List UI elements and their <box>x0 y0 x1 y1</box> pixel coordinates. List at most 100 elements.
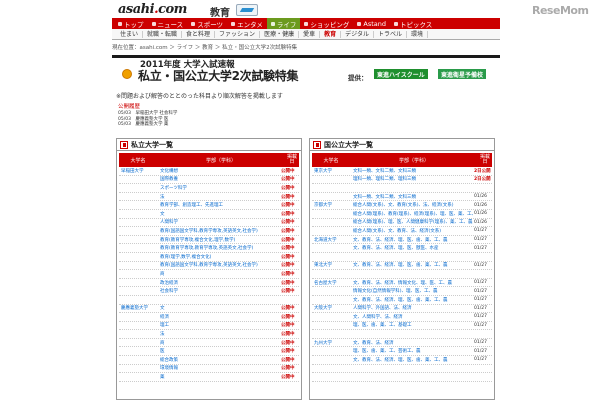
subnav-item[interactable]: トラベル <box>374 30 408 38</box>
department-link[interactable]: 文、教育、法、経済、理、医、歯、薬、工、農 <box>350 262 474 268</box>
department-link[interactable]: 国際教養 <box>157 176 281 182</box>
subnav-item[interactable]: 愛車 <box>299 30 321 38</box>
gnav-item[interactable]: トップ <box>114 18 148 29</box>
department-link[interactable]: 人間科学 <box>157 219 281 225</box>
subnav-item[interactable]: 住まい <box>116 30 144 38</box>
table-row: 理、医、歯、薬、工、芸術工、農 01/27 <box>312 347 492 357</box>
department-link[interactable]: 社会科学 <box>157 288 281 294</box>
table-row: 教育(国語国文学科,教育学専攻,英語英文,社会学) 公開中 <box>119 227 299 236</box>
department-link[interactable]: 法 <box>157 194 281 200</box>
university-link[interactable]: 九州大学 <box>312 340 350 346</box>
department-link[interactable]: スポーツ科学 <box>157 185 281 191</box>
university-link[interactable]: 名古屋大学 <box>312 280 350 286</box>
status-label: 公開中 <box>281 323 295 329</box>
subnav-item[interactable]: 教育 <box>320 30 342 38</box>
university-link[interactable]: 早稲田大学 <box>119 168 157 174</box>
department-link[interactable]: 文、教育、法、経済、理、医、歯、薬、工、農 <box>350 237 474 243</box>
department-link[interactable]: 理科一類、理科二類、理科三類 <box>350 176 474 182</box>
subnav-item[interactable]: 環境 <box>407 30 429 38</box>
department-link[interactable]: 環境情報 <box>157 365 281 371</box>
subnav-item[interactable]: 就職・転職 <box>143 30 183 38</box>
university-link[interactable]: 東京大学 <box>312 168 350 174</box>
university-link[interactable]: 東北大学 <box>312 262 350 268</box>
status-label: 公開中 <box>281 314 295 320</box>
department-link[interactable]: 政治経済 <box>157 280 281 286</box>
status-label: 01/27 <box>474 245 487 251</box>
department-link[interactable]: 教育(教育学専攻,複合文化,理学,数学) <box>157 237 281 243</box>
update-row[interactable]: 05/03 慶應義塾大学 薬 <box>118 122 498 128</box>
department-link[interactable]: 総合人間(理系)、教育(理系)、経済(理系)、理、医、薬、工、農 <box>350 211 474 217</box>
department-link[interactable]: 文、人間科学、法、経済 <box>350 314 474 320</box>
department-link[interactable]: 総合人間(文系)、文、教育(文系)、法、経済(文系) <box>350 202 474 208</box>
gnav-item[interactable]: ライフ <box>266 18 301 29</box>
department-link[interactable]: 文化構想 <box>157 168 281 174</box>
col-status: 掲載日 <box>286 154 297 165</box>
university-link[interactable]: 北海道大学 <box>312 237 350 243</box>
department-link[interactable]: 教育学部、創造理工、先進理工 <box>157 202 281 208</box>
department-link[interactable]: 教育(教育学専攻,教育学専攻,英語英文,社会学) <box>157 245 281 251</box>
table-row: 教育(教育学専攻,複合文化,理学,数学) 公開中 <box>119 236 299 245</box>
department-link[interactable]: 文科一類、文科二類、文科三類 <box>350 194 474 200</box>
table-row: 総合人間(理系)、教育(理系)、経済(理系)、理、医、薬、工、農 01/26 <box>312 210 492 219</box>
table-row: 京都大学 総合人間(文系)、文、教育(文系)、法、経済(文系) 01/26 <box>312 201 492 210</box>
university-link[interactable]: 慶應義塾大学 <box>119 305 157 311</box>
subnav-item[interactable]: ファッション <box>215 30 261 38</box>
department-link[interactable]: 理、医、歯、薬、工、基礎工 <box>350 322 474 328</box>
department-link[interactable]: 文、教育、法、経済 <box>350 340 474 346</box>
department-link[interactable]: 総合政策 <box>157 357 281 363</box>
col-status: 掲載日 <box>479 154 490 165</box>
status-label: 公開中 <box>281 185 295 191</box>
department-link[interactable]: 商 <box>157 340 281 346</box>
status-label: 01/27 <box>474 340 487 346</box>
private-table-title: 私立大学一覧 <box>131 140 173 149</box>
department-link[interactable]: 文、教育、法、経済、理、医、歯、薬、工、農 <box>350 357 474 363</box>
department-link[interactable]: 文、教育、法、経済、理、医、獣医、水産 <box>350 245 474 251</box>
department-link[interactable]: 文 <box>157 211 281 217</box>
department-link[interactable]: 理、医、歯、薬、工、芸術工、農 <box>350 348 474 354</box>
gnav-item[interactable]: エンタメ <box>227 18 267 29</box>
department-link[interactable]: 教育(国語国文学科,教育学専攻,英語英文,社会学) <box>157 228 281 234</box>
breadcrumb: 現在位置：asahi.com ＞ ライフ ＞ 教育 ＞ 私立・国公立大学2次試験… <box>112 45 298 51</box>
department-link[interactable]: 法 <box>157 331 281 337</box>
subnav-item[interactable]: 医療・健康 <box>260 30 300 38</box>
gnav-item[interactable]: Astand <box>353 18 390 29</box>
asahi-logo[interactable]: asahi.com <box>118 2 187 17</box>
department-link[interactable]: 薬 <box>157 374 281 380</box>
department-link[interactable]: 教育(理学,数学,複合文化) <box>157 254 281 260</box>
table-row: 政治経済 公開中 <box>119 279 299 288</box>
sponsor-toshin-eisei-link[interactable]: 東進衛星予備校 <box>438 69 487 79</box>
status-label: 01/26 <box>474 202 487 208</box>
university-link[interactable]: 大阪大学 <box>312 305 350 311</box>
department-link[interactable]: 文 <box>157 305 281 311</box>
department-link[interactable]: 理工 <box>157 322 281 328</box>
department-link[interactable]: 文、教育、法、経済、情報文化、理、医、工、農 <box>350 280 474 286</box>
table-row <box>312 365 492 374</box>
status-label: 公開中 <box>281 254 295 260</box>
status-label: 01/27 <box>474 288 487 294</box>
subnav-item[interactable]: 食と料理 <box>182 30 216 38</box>
university-link[interactable]: 京都大学 <box>312 202 350 208</box>
department-link[interactable]: 経済 <box>157 314 281 320</box>
gnav-item[interactable]: ニュース <box>148 18 188 29</box>
department-link[interactable]: 医 <box>157 348 281 354</box>
sponsor-toshin-highschool-link[interactable]: 東進ハイスクール <box>374 69 428 79</box>
department-link[interactable]: 商 <box>157 271 281 277</box>
department-link[interactable]: 情報文化(自然情報学科)、理、医、工、農 <box>350 288 474 294</box>
department-link[interactable]: 総合人間(文系)、文、教育、法、経済(文系) <box>350 228 474 234</box>
subnav-item[interactable]: デジタル <box>341 30 374 38</box>
table-row <box>312 184 492 193</box>
gnav-item[interactable]: トピックス <box>390 18 436 29</box>
gnav-item[interactable]: スポーツ <box>187 18 227 29</box>
update-history: 公開履歴 05/03 早稲田大学 社会科学 05/03 慶應義塾大学 医 05/03… <box>118 104 498 134</box>
department-link[interactable]: 教育(国語国文学科,教育学専攻,英語英文,社会学) <box>157 262 281 268</box>
department-link[interactable]: 文、教育、法、経済、理、医、歯、薬、工、農 <box>350 297 474 303</box>
status-label: 01/26 <box>474 219 487 225</box>
department-link[interactable]: 人間科学、外国語、法、経済 <box>350 305 474 311</box>
status-label: 公開中 <box>281 203 295 209</box>
status-label: 公開中 <box>281 280 295 286</box>
department-link[interactable]: 文科一類、文科二類、文科三類 <box>350 168 474 174</box>
table-row: 理科一類、理科二類、理科三類 2日公開 <box>312 176 492 185</box>
department-link[interactable]: 総合人間(理系)、理、医、人間健康科学(理系)、薬、工、農 <box>350 219 474 225</box>
gnav-item[interactable]: ショッピング <box>300 18 353 29</box>
status-label: 01/27 <box>474 228 487 234</box>
